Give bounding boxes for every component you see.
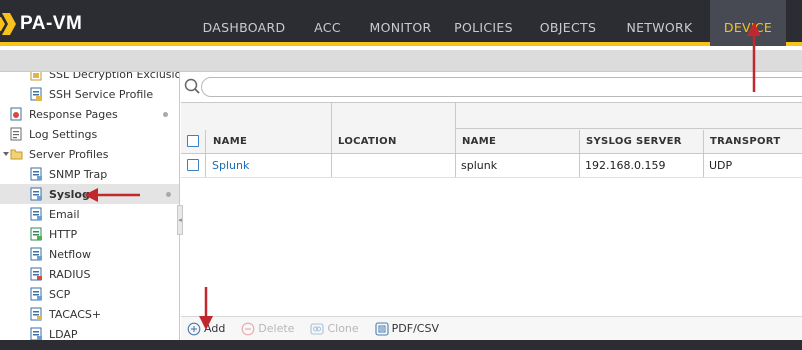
log-settings-icon [10,127,22,141]
tree-item-label: SNMP Trap [49,167,108,181]
server-profile-icon [30,327,42,341]
app-title: PA-VM [20,13,83,34]
main-nav: DASHBOARD ACC MONITOR POLICIES OBJECTS N… [194,0,786,46]
table-row[interactable]: Splunk splunk 192.168.0.159 UDP [181,154,802,178]
tab-policies[interactable]: POLICIES [440,0,527,46]
server-name-cell: splunk [461,159,498,172]
tree-item-log-settings[interactable]: Log Settings [10,124,97,144]
device-tree-panel: SSL Decryption Exclusion SSH Service Pro… [0,72,180,350]
transport-cell: UDP [709,159,733,172]
export-pdf-csv-icon [375,321,389,336]
tree-item-label: HTTP [49,227,78,241]
tree-item-response-pages[interactable]: Response Pages [10,104,176,124]
minus-circle-icon [241,322,255,335]
status-bar [0,340,802,350]
tree-item-ssl-decryption-exclusion[interactable]: SSL Decryption Exclusion [30,72,180,84]
tree-item-label: LDAP [49,327,78,341]
sub-toolbar [0,50,802,72]
top-navigation-bar: PA-VM DASHBOARD ACC MONITOR POLICIES OBJ… [0,0,802,46]
lock-doc-icon [30,72,42,81]
tree-item-label: Syslog [49,187,90,201]
server-profile-icon [30,267,42,281]
tree-item-http[interactable]: HTTP [30,224,77,244]
server-profile-icon [30,307,42,321]
tree-item-label: Log Settings [29,127,98,141]
tab-monitor[interactable]: MONITOR [361,0,440,46]
syslog-profiles-table: NAME LOCATION NAME SYSLOG SERVER TRANSPO… [181,102,802,312]
tree-item-label: SSH Service Profile [49,87,154,101]
tree-item-label: Email [49,207,80,221]
server-profile-icon [30,287,42,301]
table-header: NAME LOCATION NAME SYSLOG SERVER TRANSPO… [181,102,802,154]
server-profile-icon [30,207,42,221]
tab-objects[interactable]: OBJECTS [527,0,609,46]
chevron-down-icon[interactable] [2,150,10,158]
paloalto-logo-icon [0,13,16,35]
column-header-syslog-server[interactable]: SYSLOG SERVER [580,130,682,155]
syslog-server-cell: 192.168.0.159 [585,159,666,172]
ssh-profile-icon [30,87,42,101]
tab-network[interactable]: NETWORK [609,0,710,46]
search-input[interactable] [201,77,802,97]
profile-name-link[interactable]: Splunk [207,154,249,177]
column-header-server-name[interactable]: NAME [456,130,496,155]
server-profile-icon [30,167,42,181]
tree-item-syslog[interactable]: Syslog [0,184,179,204]
table-footer-toolbar: Add Delete Clone PDF/CSV [181,316,802,340]
tree-item-snmp-trap[interactable]: SNMP Trap [30,164,107,184]
tree-item-label: TACACS+ [49,307,102,321]
header-group-divider [456,128,802,129]
add-button[interactable]: Add [187,322,225,336]
tab-device[interactable]: DEVICE [710,0,786,46]
tree-item-label: SCP [49,287,71,301]
tree-item-radius[interactable]: RADIUS [30,264,90,284]
tree-item-label: SSL Decryption Exclusion [49,72,180,81]
search-icon [184,78,200,94]
clone-button[interactable]: Clone [310,322,359,336]
clone-icon [310,322,325,335]
tree-item-label: Netflow [49,247,91,261]
tree-item-ssh-service-profile[interactable]: SSH Service Profile [30,84,153,104]
server-profile-icon [30,187,42,201]
status-dot-icon [166,191,171,197]
add-button-label: Add [204,322,226,335]
column-header-transport[interactable]: TRANSPORT [704,130,780,155]
tab-acc[interactable]: ACC [294,0,361,46]
logo: PA-VM [0,10,82,38]
tree-item-email[interactable]: Email [30,204,80,224]
select-all-checkbox[interactable] [187,135,199,147]
tree-item-server-profiles[interactable]: Server Profiles [2,144,109,164]
column-header-name[interactable]: NAME [207,130,247,155]
pdf-csv-button[interactable]: PDF/CSV [375,321,439,336]
server-profile-icon [30,247,42,261]
delete-button-label: Delete [258,322,295,335]
tree-item-label: Response Pages [29,107,118,121]
response-pages-icon [10,107,22,121]
clone-button-label: Clone [327,322,359,335]
search-bar [181,74,802,100]
delete-button[interactable]: Delete [241,322,294,336]
tree-item-label: Server Profiles [29,147,109,161]
folder-icon [10,149,23,160]
tree-item-netflow[interactable]: Netflow [30,244,91,264]
tree-item-label: RADIUS [49,267,91,281]
tab-dashboard[interactable]: DASHBOARD [194,0,294,46]
http-profile-icon [30,227,42,241]
column-header-location[interactable]: LOCATION [332,130,397,155]
location-cell [332,154,337,177]
pdf-csv-button-label: PDF/CSV [391,322,439,335]
plus-circle-icon [187,322,201,335]
row-checkbox[interactable] [187,159,199,171]
tree-item-tacacs[interactable]: TACACS+ [30,304,101,324]
status-dot-icon [163,111,168,117]
tree-item-scp[interactable]: SCP [30,284,70,304]
